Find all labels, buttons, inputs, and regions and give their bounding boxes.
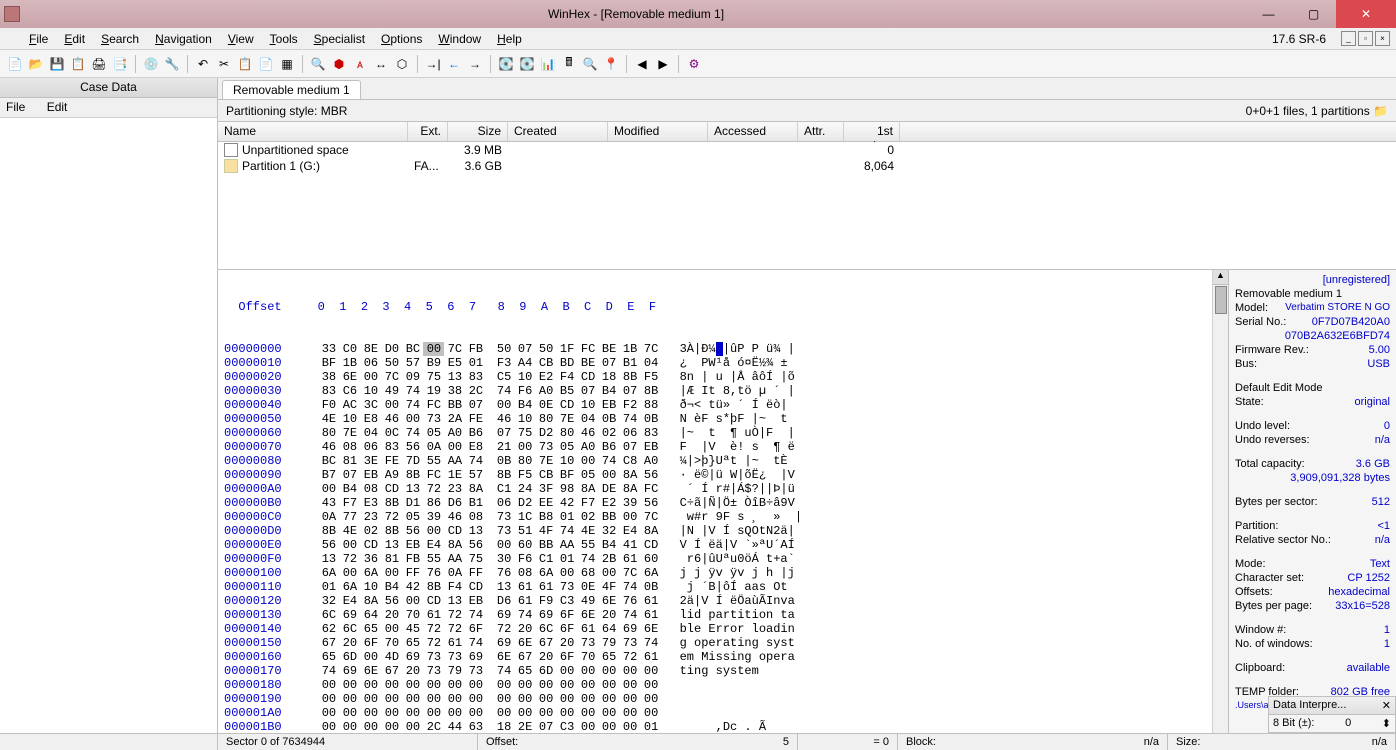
sidebar-body: [0, 118, 217, 733]
status-block[interactable]: Block:n/a: [898, 734, 1168, 750]
print-icon[interactable]: 🖨: [90, 55, 108, 73]
window-buttons: — ▢ ✕: [1246, 0, 1396, 28]
file-header: Name Ext. Size Created Modified Accessed…: [218, 122, 1396, 142]
fwd-icon[interactable]: →: [466, 55, 484, 73]
maximize-button[interactable]: ▢: [1291, 0, 1336, 28]
back-icon[interactable]: ←: [445, 55, 463, 73]
copy-icon[interactable]: 📋: [236, 55, 254, 73]
next-icon[interactable]: ▶: [654, 55, 672, 73]
partition-style: Partitioning style: MBR: [226, 104, 347, 118]
find-icon[interactable]: 🔍: [309, 55, 327, 73]
menu-navigation[interactable]: Navigation: [147, 30, 220, 48]
file-list[interactable]: Unpartitioned space3.9 MB0Partition 1 (G…: [218, 142, 1396, 270]
prev-icon[interactable]: ◀: [633, 55, 651, 73]
col-attr[interactable]: Attr.: [798, 122, 844, 141]
mdi-buttons: _ ▫ ×: [1341, 31, 1390, 46]
sidebar-header: Case Data: [0, 78, 217, 98]
mdi-close[interactable]: ×: [1375, 31, 1390, 46]
col-name[interactable]: Name: [218, 122, 408, 141]
save-icon[interactable]: 💾: [48, 55, 66, 73]
mdi-minimize[interactable]: _: [1341, 31, 1356, 46]
status-offset[interactable]: Offset:5: [478, 734, 798, 750]
menu-window[interactable]: Window: [430, 30, 489, 48]
file-row[interactable]: Partition 1 (G:)FA...3.6 GB8,064: [218, 158, 1396, 174]
side-edit[interactable]: Edit: [47, 100, 68, 114]
disk1-icon[interactable]: 💽: [497, 55, 515, 73]
toolbar: 📄 📂 💾 📋 🖨 📑 💿 🔧 ↶ ✂ 📋 📄 ▦ 🔍 ⬢ ᴀ ↔ ⬡ →| ←…: [0, 50, 1396, 78]
hex-view[interactable]: Offset 0 1 2 3 4 5 6 7 8 9 A B C D E F 0…: [218, 270, 1212, 733]
props-icon[interactable]: 📑: [111, 55, 129, 73]
pos-icon[interactable]: 📍: [602, 55, 620, 73]
menu-options[interactable]: Options: [373, 30, 430, 48]
menu-tools[interactable]: Tools: [262, 30, 306, 48]
col-created[interactable]: Created: [508, 122, 608, 141]
chart-icon[interactable]: 📊: [539, 55, 557, 73]
open-icon[interactable]: 📂: [27, 55, 45, 73]
nav-icon[interactable]: 🔍: [581, 55, 599, 73]
col-ext[interactable]: Ext.: [408, 122, 448, 141]
new-icon[interactable]: 📄: [6, 55, 24, 73]
data-interpreter[interactable]: Data Interpre...✕ 8 Bit (±):0⬍: [1268, 696, 1396, 733]
status-size[interactable]: Size:n/a: [1168, 734, 1396, 750]
hex-scrollbar[interactable]: ▲: [1212, 270, 1228, 733]
file-row[interactable]: Unpartitioned space3.9 MB0: [218, 142, 1396, 158]
opendisk-icon[interactable]: 💿: [142, 55, 160, 73]
menu-specialist[interactable]: Specialist: [306, 30, 373, 48]
block-icon[interactable]: ▦: [278, 55, 296, 73]
info-panel: [unregistered] Removable medium 1 Model:…: [1228, 270, 1396, 733]
status-eq[interactable]: = 0: [798, 734, 898, 750]
col-sector[interactable]: 1st sector▴: [844, 122, 900, 141]
findhex-icon[interactable]: ⬢: [330, 55, 348, 73]
menu-file[interactable]: File: [21, 30, 56, 48]
partition-bar: Partitioning style: MBR 0+0+1 files, 1 p…: [218, 100, 1396, 122]
side-file[interactable]: File: [6, 100, 25, 114]
mdi-restore[interactable]: ▫: [1358, 31, 1373, 46]
paste-icon[interactable]: 📄: [257, 55, 275, 73]
minimize-button[interactable]: —: [1246, 0, 1291, 28]
findtext-icon[interactable]: ᴀ: [351, 55, 369, 73]
settings-icon[interactable]: ⚙: [685, 55, 703, 73]
col-size[interactable]: Size: [448, 122, 508, 141]
disk2-icon[interactable]: 💽: [518, 55, 536, 73]
saveas-icon[interactable]: 📋: [69, 55, 87, 73]
menu-help[interactable]: Help: [489, 30, 530, 48]
menu-edit[interactable]: Edit: [56, 30, 93, 48]
menubar: FileEditSearchNavigationViewToolsSpecial…: [0, 28, 1396, 50]
calc-icon[interactable]: 🖩: [560, 55, 578, 73]
window-title: WinHex - [Removable medium 1]: [26, 7, 1246, 21]
replacehex-icon[interactable]: ⬡: [393, 55, 411, 73]
doc-icon: [6, 32, 20, 46]
first-icon[interactable]: →|: [424, 55, 442, 73]
file-icon: [224, 143, 238, 157]
menu-view[interactable]: View: [220, 30, 262, 48]
status-sector[interactable]: Sector 0 of 7634944: [218, 734, 478, 750]
interp-close-icon[interactable]: ✕: [1382, 699, 1391, 712]
file-count[interactable]: 0+0+1 files, 1 partitions 📁: [1246, 104, 1388, 118]
unregistered[interactable]: [unregistered]: [1323, 274, 1390, 287]
cut-icon[interactable]: ✂: [215, 55, 233, 73]
sidebar: Case Data File Edit: [0, 78, 218, 733]
tab-disk[interactable]: Removable medium 1: [222, 80, 361, 99]
col-modified[interactable]: Modified: [608, 122, 708, 141]
scroll-thumb[interactable]: [1215, 286, 1227, 314]
model-value: Verbatim STORE N GO: [1285, 302, 1390, 315]
titlebar: WinHex - [Removable medium 1] — ▢ ✕: [0, 0, 1396, 28]
disk-label: Removable medium 1: [1235, 288, 1342, 301]
menu-search[interactable]: Search: [93, 30, 147, 48]
status-bar: Sector 0 of 7634944 Offset:5 = 0 Block:n…: [0, 733, 1396, 750]
col-accessed[interactable]: Accessed: [708, 122, 798, 141]
replace-icon[interactable]: ↔: [372, 55, 390, 73]
ram-icon[interactable]: 🔧: [163, 55, 181, 73]
undo-icon[interactable]: ↶: [194, 55, 212, 73]
close-button[interactable]: ✕: [1336, 0, 1396, 28]
tab-row: Removable medium 1: [218, 78, 1396, 100]
scroll-up-icon[interactable]: ▲: [1213, 270, 1228, 285]
file-icon: [224, 159, 238, 173]
app-icon: [4, 6, 20, 22]
version-label: 17.6 SR-6: [1272, 32, 1332, 46]
sidebar-menu: File Edit: [0, 98, 217, 118]
